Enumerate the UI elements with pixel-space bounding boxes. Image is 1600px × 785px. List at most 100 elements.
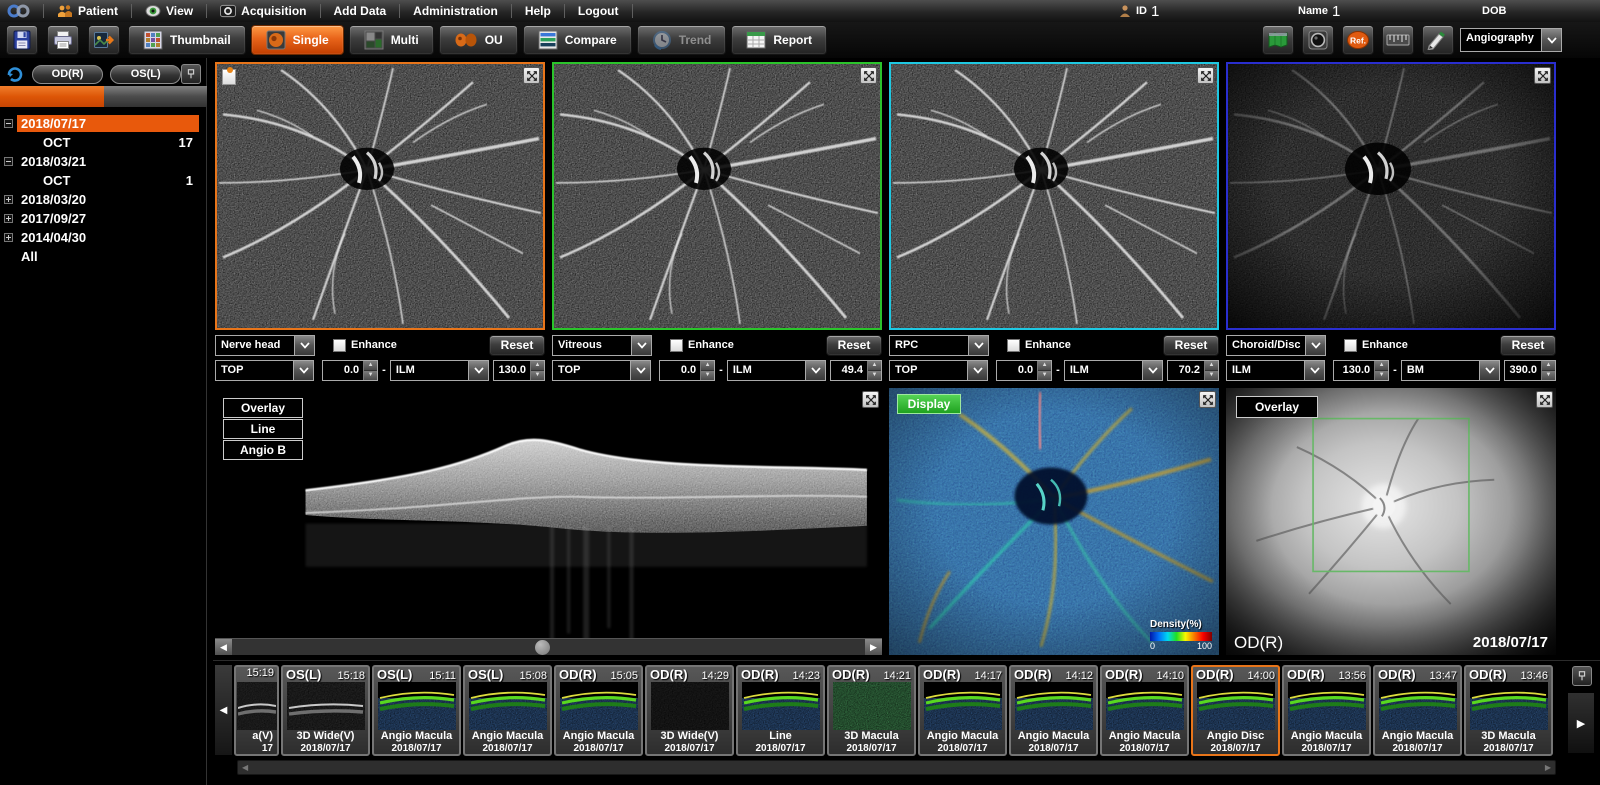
expand-icon[interactable] <box>1534 67 1551 84</box>
chevron-down-icon[interactable] <box>1479 361 1499 380</box>
reset-button[interactable]: Reset <box>1163 335 1219 356</box>
scroll-left-icon[interactable]: ◀ <box>242 763 248 772</box>
tab-date[interactable] <box>0 86 104 107</box>
menu-item-logout[interactable]: Logout <box>574 4 623 18</box>
to-layer-select[interactable]: ILM <box>1064 360 1163 381</box>
spin-down-icon[interactable]: ▼ <box>1038 370 1051 380</box>
tree-row[interactable]: 2017/09/27 <box>0 209 207 228</box>
from-offset-stepper[interactable]: 0.0 ▲▼ <box>322 360 378 381</box>
tree-row[interactable]: 2018/07/17 <box>0 114 207 133</box>
menu-item-add-data[interactable]: Add Data <box>330 4 391 18</box>
spin-down-icon[interactable]: ▼ <box>364 370 377 380</box>
spin-down-icon[interactable]: ▼ <box>868 370 881 380</box>
menu-item-help[interactable]: Help <box>521 4 555 18</box>
scrollbar-thumb[interactable] <box>535 640 550 655</box>
filmstrip-prev-button[interactable]: ◀ <box>215 665 232 755</box>
spin-up-icon[interactable]: ▲ <box>531 361 544 370</box>
map-button[interactable] <box>1262 25 1294 55</box>
filmstrip-thumbnail[interactable]: OD(R) 13:47 Angio Macula 2018/07/17 <box>1373 665 1462 756</box>
tree-expand-icon[interactable] <box>4 233 13 242</box>
spin-up-icon[interactable]: ▲ <box>701 361 714 370</box>
view-button-multi[interactable]: Multi <box>349 25 434 55</box>
od-right-eye-button[interactable]: OD(R) <box>32 65 103 84</box>
angio-image-frame[interactable] <box>889 62 1219 330</box>
chevron-down-icon[interactable] <box>1305 336 1325 355</box>
os-left-eye-button[interactable]: OS(L) <box>110 65 181 84</box>
view-button-trend[interactable]: Trend <box>637 25 727 55</box>
scroll-right-icon[interactable]: ▶ <box>865 639 882 655</box>
chevron-down-icon[interactable] <box>468 361 488 380</box>
reset-button[interactable]: Reset <box>489 335 545 356</box>
chevron-down-icon[interactable] <box>1541 29 1561 51</box>
tree-expand-icon[interactable] <box>4 195 13 204</box>
expand-icon[interactable] <box>862 391 879 408</box>
filmstrip-thumbnail[interactable]: OS(L) 15:08 Angio Macula 2018/07/17 <box>463 665 552 756</box>
menu-item-view[interactable]: View <box>141 3 197 19</box>
filmstrip-thumbnail[interactable]: OD(R) 14:23 Line 2018/07/17 <box>736 665 825 756</box>
view-button-thumbnail[interactable]: Thumbnail <box>128 25 246 55</box>
view-button-ou[interactable]: OU <box>439 25 518 55</box>
to-layer-select[interactable]: BM <box>1401 360 1500 381</box>
spin-down-icon[interactable]: ▼ <box>701 370 714 380</box>
chevron-down-icon[interactable] <box>293 361 313 380</box>
spin-down-icon[interactable]: ▼ <box>1542 370 1555 380</box>
export-button[interactable] <box>88 25 120 55</box>
filmstrip-thumbnail[interactable]: OD(R) 14:21 3D Macula 2018/07/17 <box>827 665 916 756</box>
refresh-icon[interactable] <box>5 64 25 84</box>
segment-select[interactable]: RPC <box>889 335 989 356</box>
to-layer-select[interactable]: ILM <box>727 360 826 381</box>
tree-row[interactable]: All <box>0 247 207 266</box>
lens-button[interactable] <box>1302 25 1334 55</box>
menu-item-administration[interactable]: Administration <box>409 4 502 18</box>
tree-row[interactable]: OCT 17 <box>0 133 207 152</box>
expand-icon[interactable] <box>1536 391 1553 408</box>
enhance-checkbox[interactable] <box>1344 339 1357 352</box>
line-button[interactable]: Line <box>223 419 303 439</box>
bscan-scrollbar[interactable]: ◀ ▶ <box>215 638 882 655</box>
spin-down-icon[interactable]: ▼ <box>1375 370 1388 380</box>
expand-icon[interactable] <box>1199 391 1216 408</box>
tree-expand-icon[interactable] <box>4 157 13 166</box>
from-layer-select[interactable]: TOP <box>552 360 651 381</box>
tree-expand-icon[interactable] <box>4 119 13 128</box>
spin-down-icon[interactable]: ▼ <box>1205 370 1218 380</box>
note-icon[interactable] <box>222 69 236 85</box>
fundus-image[interactable] <box>1226 388 1556 655</box>
spin-down-icon[interactable]: ▼ <box>531 370 544 380</box>
filmstrip-thumbnail[interactable]: OD(R) 14:29 3D Wide(V) 2018/07/17 <box>645 665 734 756</box>
to-offset-stepper[interactable]: 70.2 ▲▼ <box>1167 360 1219 381</box>
annotate-button[interactable] <box>1422 25 1454 55</box>
enhance-checkbox[interactable] <box>670 339 683 352</box>
expand-icon[interactable] <box>860 67 877 84</box>
filmstrip-scrollbar[interactable]: ◀▶ <box>237 760 1556 775</box>
filmstrip-thumbnail[interactable]: OS(L) 15:18 3D Wide(V) 2018/07/17 <box>281 665 370 756</box>
angio-enface-image[interactable] <box>891 64 1217 328</box>
reset-button[interactable]: Reset <box>1500 335 1556 356</box>
segment-select[interactable]: Vitreous <box>552 335 652 356</box>
segment-select[interactable]: Nerve head <box>215 335 315 356</box>
menu-item-acquisition[interactable]: Acquisition <box>216 3 310 19</box>
from-offset-stepper[interactable]: 0.0 ▲▼ <box>659 360 715 381</box>
from-layer-select[interactable]: ILM <box>1226 360 1325 381</box>
chevron-down-icon[interactable] <box>805 361 825 380</box>
spin-up-icon[interactable]: ▲ <box>1542 361 1555 370</box>
filmstrip-thumbnail[interactable]: OD(R) 13:56 Angio Macula 2018/07/17 <box>1282 665 1371 756</box>
to-offset-stepper[interactable]: 390.0 ▲▼ <box>1504 360 1556 381</box>
menu-item-patient[interactable]: Patient <box>53 3 122 19</box>
chevron-down-icon[interactable] <box>968 336 988 355</box>
filmstrip-thumbnail[interactable]: OD(R) 14:12 Angio Macula 2018/07/17 <box>1009 665 1098 756</box>
spin-up-icon[interactable]: ▲ <box>868 361 881 370</box>
from-offset-stepper[interactable]: 130.0 ▲▼ <box>1333 360 1389 381</box>
angio-enface-image[interactable] <box>1228 64 1554 328</box>
pin-button[interactable] <box>1572 666 1592 686</box>
chevron-down-icon[interactable] <box>294 336 314 355</box>
pin-button[interactable] <box>181 64 201 84</box>
chevron-down-icon[interactable] <box>630 361 650 380</box>
filmstrip-thumbnail[interactable]: OD(R) 14:17 Angio Macula 2018/07/17 <box>918 665 1007 756</box>
angio-image-frame[interactable] <box>1226 62 1556 330</box>
enhance-checkbox[interactable] <box>333 339 346 352</box>
ref-button[interactable]: Ref. <box>1342 25 1374 55</box>
tree-expand-icon[interactable] <box>4 214 13 223</box>
angio-b-button[interactable]: Angio B <box>223 440 303 460</box>
expand-icon[interactable] <box>523 67 540 84</box>
